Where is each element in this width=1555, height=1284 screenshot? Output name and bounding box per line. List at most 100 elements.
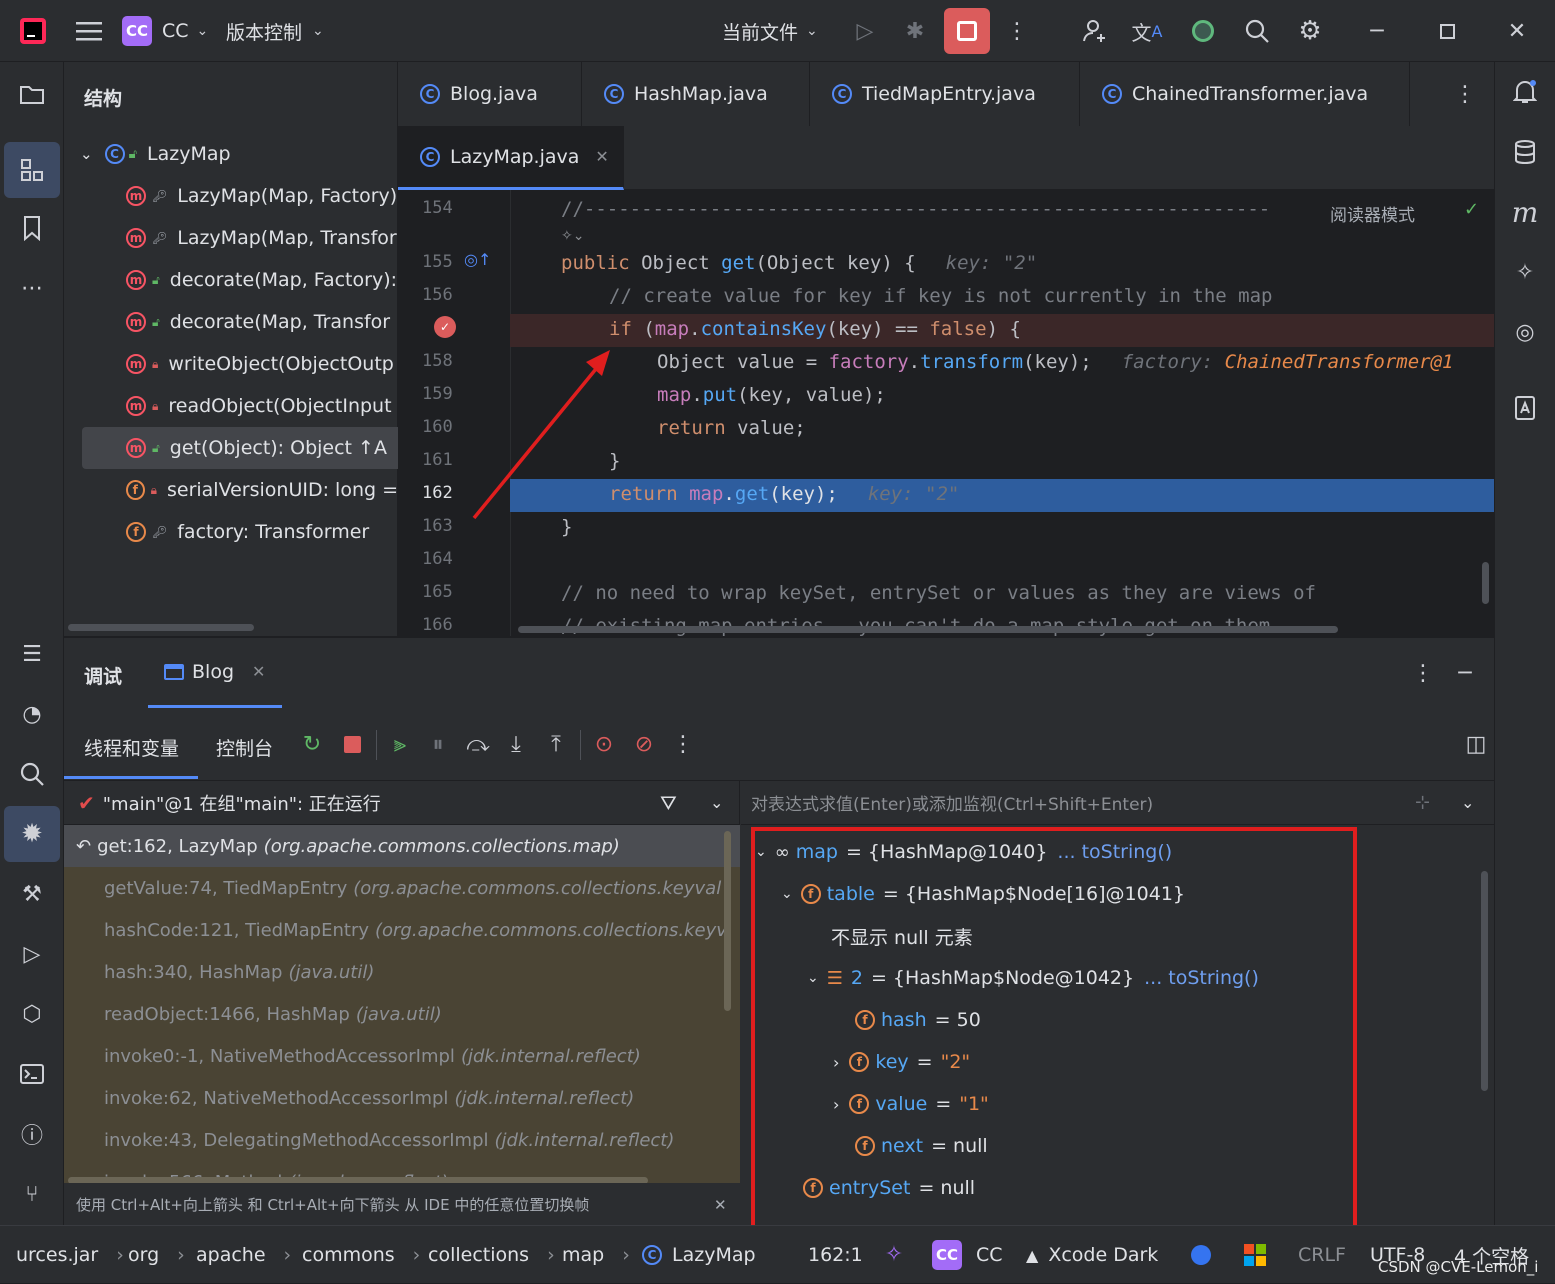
main-menu-icon[interactable] <box>72 14 106 48</box>
var-table[interactable]: ⌄ f table = {HashMap$Node[16]@1041} <box>781 873 1185 915</box>
build-hammer-icon[interactable]: ⚒ <box>14 876 50 912</box>
search-icon[interactable] <box>1240 14 1274 48</box>
stop-button[interactable] <box>944 8 990 54</box>
var-next[interactable]: f next = null <box>855 1125 988 1167</box>
variables-scrollbar[interactable] <box>1481 871 1488 1091</box>
line-number[interactable]: 165 <box>398 582 478 602</box>
step-into-icon[interactable]: ⤓ <box>500 728 532 760</box>
rerun-icon[interactable]: ↻ <box>296 728 328 760</box>
structure-item[interactable]: m 🔓︎ decorate(Map, Transfor <box>64 301 398 343</box>
profiler-gauge-icon[interactable]: ◔ <box>14 696 50 732</box>
editor-scrollbar[interactable] <box>1482 562 1489 604</box>
code-line[interactable]: return map.get(key); key: "2" <box>609 483 959 505</box>
to-string-link[interactable]: ... toString() <box>1057 841 1172 863</box>
stack-frame[interactable]: readObject:1466, HashMap (java.util) <box>64 993 740 1035</box>
subtab-console[interactable]: 控制台 <box>216 734 273 761</box>
endpoints-icon[interactable]: ◎ <box>1507 314 1543 350</box>
find-search-icon[interactable] <box>14 756 50 792</box>
more-tools-icon[interactable]: ⋯ <box>14 270 50 306</box>
ai-assistant-icon[interactable] <box>1186 14 1220 48</box>
var-node-2[interactable]: ⌄ ☰ 2 = {HashMap$Node@1042} ... toString… <box>807 957 1259 999</box>
maximize-icon[interactable] <box>1430 14 1464 48</box>
notifications-bell-icon[interactable] <box>1507 74 1543 110</box>
breadcrumb-item[interactable]: collections › <box>428 1226 555 1284</box>
run-play-icon[interactable]: ▷ <box>14 936 50 972</box>
breadcrumb-item[interactable]: C LazyMap <box>642 1226 756 1284</box>
line-separator[interactable]: CRLF <box>1298 1226 1346 1284</box>
code-line[interactable]: //--------------------------------------… <box>561 198 1270 220</box>
close-tip-icon[interactable]: ✕ <box>714 1196 727 1214</box>
resume-icon[interactable]: ⫸ <box>384 728 416 760</box>
tab-chainedtransformer-java[interactable]: C ChainedTransformer.java <box>1080 62 1410 126</box>
git-branch-icon[interactable]: ⑂ <box>14 1176 50 1212</box>
chevron-down-icon[interactable]: ⌄ <box>80 145 93 163</box>
stack-frame[interactable]: invoke:62, NativeMethodAccessorImpl (jdk.… <box>64 1077 740 1119</box>
structure-icon[interactable] <box>4 142 60 198</box>
code-line[interactable]: public Object get(Object key) {key: "2" <box>561 252 1037 274</box>
structure-item[interactable]: f 🔑︎ factory: Transformer <box>64 511 398 553</box>
hide-panel-icon[interactable]: ─ <box>1448 656 1482 690</box>
code-line[interactable]: Object value = factory.transform(key); fa… <box>657 351 1453 373</box>
ai-inline-icon[interactable]: ✧⌄ <box>561 228 584 244</box>
debug-bug-icon[interactable]: ✹ <box>4 806 60 862</box>
structure-item[interactable]: m 🔒︎ readObject(ObjectInput <box>64 385 398 427</box>
problems-icon[interactable]: ⓘ <box>14 1116 50 1152</box>
var-key[interactable]: › f key = "2" <box>833 1041 970 1083</box>
code-line[interactable]: map.put(key, value); <box>657 384 886 406</box>
maven-icon[interactable]: m <box>1507 194 1543 230</box>
translation-doc-icon[interactable] <box>1507 390 1543 426</box>
pause-icon[interactable]: ⏸ <box>422 728 454 760</box>
terminal-icon[interactable] <box>14 1056 50 1092</box>
more-icon[interactable]: ⋮ <box>1002 14 1032 48</box>
todo-list-icon[interactable]: ☰ <box>14 636 50 672</box>
breadcrumb-item[interactable]: commons › <box>302 1226 420 1284</box>
structure-root[interactable]: ⌄ C 🔓︎ LazyMap <box>64 133 398 175</box>
chevron-down-icon[interactable]: ⌄ <box>755 844 767 860</box>
debug-options-icon[interactable]: ⋮ <box>1408 656 1438 690</box>
frames-scrollbar[interactable] <box>724 831 731 1011</box>
to-string-link[interactable]: ... toString() <box>1144 967 1259 989</box>
stack-frame[interactable]: ↶ get:162, LazyMap (org.apache.commons.co… <box>64 825 740 867</box>
thread-selector[interactable]: ✔ "main"@1 在组"main": 正在运行 ⛛ ⌄ <box>64 781 740 825</box>
status-dot-icon[interactable] <box>1188 1242 1214 1268</box>
add-watch-icon[interactable]: ⊹ <box>1415 792 1430 813</box>
minimize-icon[interactable]: ─ <box>1360 14 1394 48</box>
tab-blog-java[interactable]: C Blog.java <box>398 62 582 126</box>
breadcrumb-item[interactable]: map › <box>562 1226 630 1284</box>
project-folder-icon[interactable] <box>14 76 50 112</box>
chevron-down-icon[interactable]: ⌄ <box>1461 793 1474 812</box>
run-icon[interactable]: ▷ <box>848 14 882 48</box>
close-session-icon[interactable]: ✕ <box>252 662 265 681</box>
more-actions-icon[interactable]: ⋮ <box>668 728 698 760</box>
tab-tiedmapentry-java[interactable]: C TiedMapEntry.java <box>810 62 1080 126</box>
structure-item[interactable]: m 🔒︎ writeObject(ObjectOutp <box>64 343 398 385</box>
breakpoint-icon[interactable]: ✓ <box>434 316 456 338</box>
ai-status-icon[interactable]: ✧ <box>878 1238 910 1270</box>
chevron-down-icon[interactable]: ⌄ <box>781 886 793 902</box>
line-number[interactable]: 154 <box>398 198 478 218</box>
view-breakpoints-icon[interactable]: ⊙ <box>588 728 620 760</box>
theme-widget[interactable]: ▲ Xcode Dark <box>1026 1226 1158 1284</box>
close-window-icon[interactable]: ✕ <box>1500 14 1534 48</box>
bookmarks-icon[interactable] <box>14 210 50 246</box>
stop-debug-icon[interactable] <box>336 728 368 760</box>
breadcrumb-item[interactable]: urces.jar › <box>16 1226 124 1284</box>
breadcrumb-item[interactable]: apache › <box>196 1226 291 1284</box>
add-user-icon[interactable] <box>1078 14 1112 48</box>
project-status-widget[interactable]: CC CC <box>932 1226 1003 1284</box>
var-value[interactable]: › f value = "1" <box>833 1083 989 1125</box>
close-tab-icon[interactable]: ✕ <box>595 147 608 166</box>
vcs-widget[interactable]: 版本控制 ⌄ <box>226 15 324 47</box>
chevron-down-icon[interactable]: ⌄ <box>710 793 723 812</box>
code-line[interactable]: // no need to wrap keySet, entrySet or v… <box>561 582 1316 604</box>
line-number[interactable]: 156 <box>398 285 478 305</box>
database-icon[interactable] <box>1507 134 1543 170</box>
chevron-right-icon[interactable]: › <box>833 1095 839 1114</box>
override-method-icon[interactable]: ◎↑ <box>464 250 491 269</box>
code-line[interactable]: return value; <box>657 417 806 439</box>
structure-item[interactable]: f 🔒︎ serialVersionUID: long = <box>64 469 398 511</box>
line-number[interactable]: 166 <box>398 615 478 635</box>
caret-position[interactable]: 162:1 <box>808 1226 863 1284</box>
stack-frame[interactable]: invoke0:-1, NativeMethodAccessorImpl (jdk… <box>64 1035 740 1077</box>
mute-breakpoints-icon[interactable]: ⊘ <box>628 728 660 760</box>
